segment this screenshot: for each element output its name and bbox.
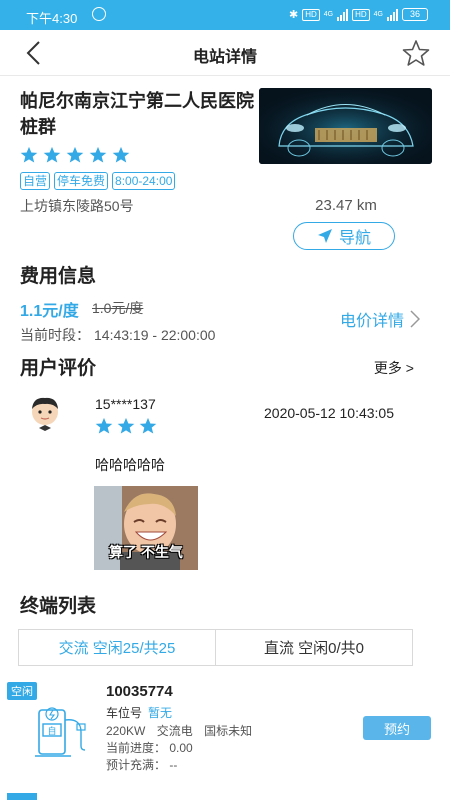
terminal-progress: 当前进度： 0.00 <box>106 741 193 755</box>
tab-dc[interactable]: 直流 空闲0/共0 <box>215 630 412 665</box>
star-icon <box>43 146 61 163</box>
more-reviews-link[interactable]: 更多 > <box>374 358 414 378</box>
page-title: 电站详情 <box>192 49 257 66</box>
alarm-icon <box>92 7 106 21</box>
terminal-current-type: 交流电 <box>156 724 193 738</box>
price-detail-link[interactable]: 电价详情 <box>340 307 421 331</box>
chevron-right-icon <box>410 310 421 328</box>
price-detail-label: 电价详情 <box>340 313 405 330</box>
book-button[interactable]: 预约 <box>363 716 431 740</box>
charger-icon: 自 <box>35 707 86 757</box>
bluetooth-icon: ✱ <box>288 9 299 21</box>
next-terminal-item <box>0 793 450 800</box>
reviews-section-title: 用户评价 <box>20 358 97 379</box>
station-photo <box>259 88 432 164</box>
star-icon <box>66 146 84 163</box>
terminal-id: 10035774 <box>106 683 173 700</box>
terminal-item[interactable]: 空闲 自 10035774 车位号 暂无 220KW 交流电 国标未知 当前进度：… <box>0 680 450 790</box>
station-tags: 自营 停车免费 8:00-24:00 <box>20 172 176 190</box>
star-outline-icon[interactable] <box>402 39 430 67</box>
fee-section-title: 费用信息 <box>20 266 97 287</box>
signal-icon-2 <box>387 8 398 21</box>
signal-icon <box>337 8 349 21</box>
navigation-arrow-icon <box>317 229 332 243</box>
terminal-status-badge: 空闲 <box>7 682 37 700</box>
status-indicators: ✱ HD 4G HD 4G 36 <box>289 8 428 21</box>
navigate-button[interactable]: 导航 <box>293 222 395 250</box>
status-bar: 下午4:30 ✱ HD 4G HD 4G 36 <box>0 0 450 30</box>
star-icon <box>20 146 38 163</box>
review-date: 2020-05-12 10:43:05 <box>264 405 394 421</box>
svg-text:自: 自 <box>47 725 56 737</box>
terminal-standard: 国标未知 <box>204 724 253 738</box>
hd-badge: HD <box>302 8 320 21</box>
station-address: 上坊镇东陵路50号 <box>20 198 134 214</box>
terminal-power: 220KW <box>106 724 146 738</box>
price-period: 当前时段： 14:43:19 - 22:00:00 <box>20 325 215 345</box>
star-icon <box>117 417 135 434</box>
star-icon <box>95 417 113 434</box>
tag-self-operated: 自营 <box>20 172 51 190</box>
terminal-spec: 220KW 交流电 国标未知 <box>106 722 260 739</box>
review-rating <box>95 417 157 435</box>
terminal-spot: 车位号 暂无 <box>106 704 172 721</box>
review-photo-caption: 算了 不生气 <box>109 544 183 560</box>
star-icon <box>89 146 107 163</box>
review-text: 哈哈哈哈哈 <box>95 457 165 473</box>
hd-badge-2: HD <box>352 8 370 21</box>
station-rating <box>20 146 130 164</box>
spot-label: 车位号 <box>106 706 143 720</box>
tag-hours: 8:00-24:00 <box>112 172 176 190</box>
terminal-eta: 预计充满： -- <box>106 758 178 772</box>
period-value: 14:43:19 - 22:00:00 <box>94 327 216 343</box>
network-label-2: 4G <box>373 11 383 18</box>
period-label: 当前时段： <box>20 327 90 343</box>
current-price: 1.1元/度 <box>20 303 79 320</box>
star-icon <box>139 417 157 434</box>
nav-bar: 电站详情 <box>0 30 450 76</box>
tab-ac[interactable]: 交流 空闲25/共25 <box>19 630 215 665</box>
station-distance: 23.47 km <box>315 197 377 214</box>
original-price: 1.0元/度 <box>92 300 144 316</box>
battery-icon: 36 <box>402 8 428 21</box>
terminal-tabs: 交流 空闲25/共25 直流 空闲0/共0 <box>18 629 413 666</box>
status-time: 下午4:30 <box>26 11 78 26</box>
network-label: 4G <box>323 11 334 18</box>
review-photo[interactable]: 算了 不生气 <box>94 486 198 570</box>
next-terminal-status-badge <box>7 793 37 800</box>
star-icon <box>112 146 130 163</box>
navigate-label: 导航 <box>338 230 371 247</box>
user-avatar <box>32 397 58 431</box>
tag-free-parking: 停车免费 <box>54 172 109 190</box>
station-name: 帕尼尔南京江宁第二人民医院桩群 <box>20 91 254 137</box>
spot-value: 暂无 <box>148 706 173 720</box>
terminals-section-title: 终端列表 <box>20 596 97 617</box>
reviewer-name: 15****137 <box>95 396 156 412</box>
